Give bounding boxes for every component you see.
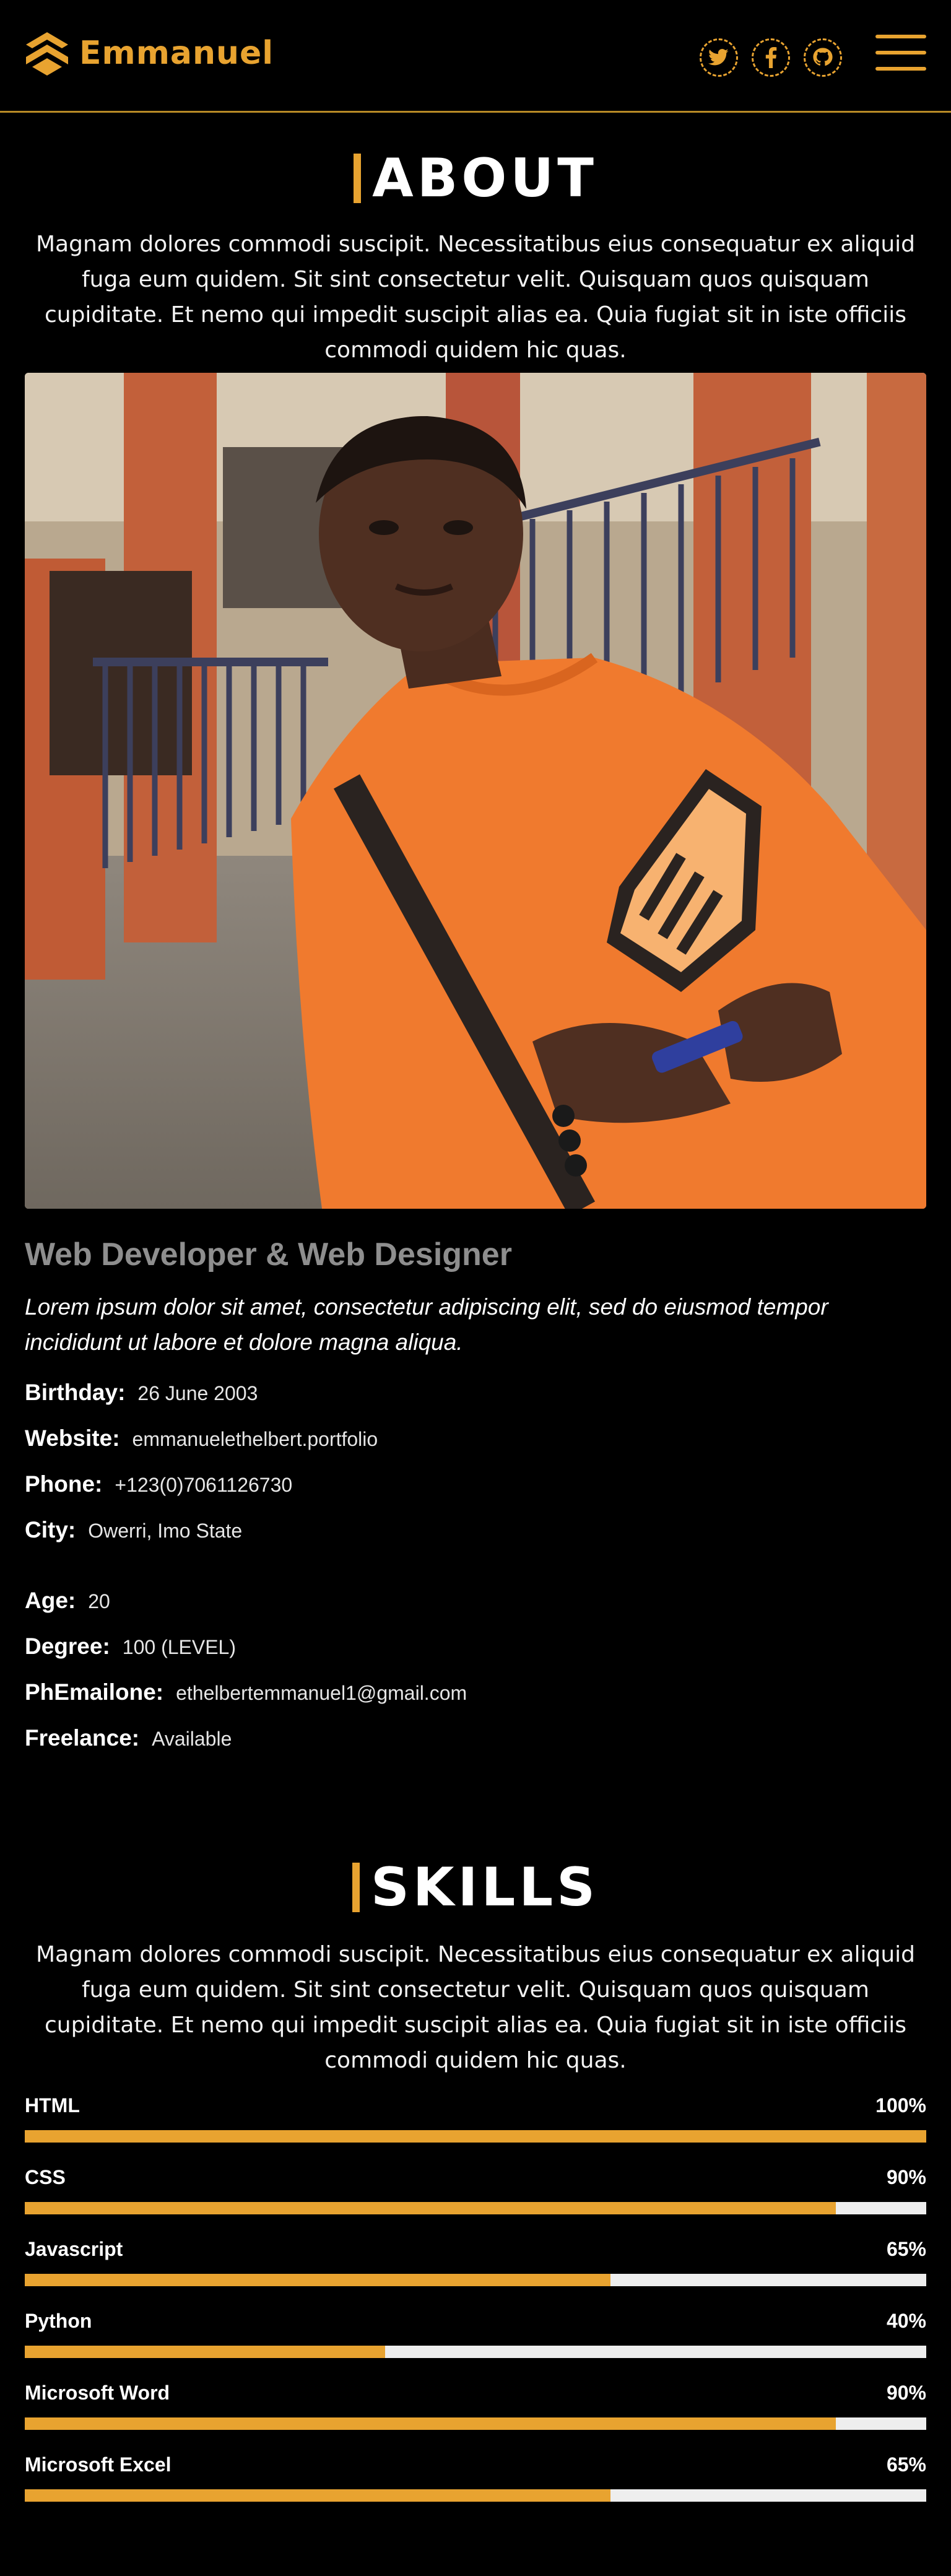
skill-name: Microsoft Word [25,2382,170,2404]
skill-progress-fill [25,2202,836,2214]
skill-name: Microsoft Excel [25,2453,172,2476]
site-header: Emmanuel [0,0,951,113]
info-key: Phone: [25,1471,103,1497]
skill-progress-track [25,2489,926,2502]
skill-microsoft-excel: Microsoft Excel 65% [25,2453,926,2515]
menu-line [875,51,926,54]
info-value: Available [152,1728,232,1750]
skill-percent: 90% [886,2382,926,2404]
info-email: PhEmailone: ethelbertemmanuel1@gmail.com [25,1679,467,1705]
info-key: Degree: [25,1634,110,1659]
brand-name: Emmanuel [79,35,274,72]
about-title: ABOUT [0,147,951,209]
skill-name: CSS [25,2166,66,2188]
menu-line [875,35,926,38]
skill-progress-fill [25,2130,926,2143]
info-freelance: Freelance: Available [25,1725,232,1751]
info-website: Website: emmanuelethelbert.portfolio [25,1425,378,1451]
skill-css: CSS 90% [25,2166,926,2228]
skill-progress-track [25,2202,926,2214]
skill-percent: 100% [875,2094,926,2117]
menu-line [875,67,926,71]
skills-title: SKILLS [0,1856,951,1918]
skill-progress-track [25,2346,926,2358]
logo-icon [26,32,68,76]
info-value[interactable]: emmanuelethelbert.portfolio [132,1428,378,1450]
twitter-icon [708,48,729,66]
info-key: Birthday: [25,1380,126,1405]
info-age: Age: 20 [25,1588,110,1614]
info-key: PhEmailone: [25,1679,164,1705]
skill-progress-track [25,2130,926,2143]
skill-javascript: Javascript 65% [25,2238,926,2300]
skill-progress-fill [25,2274,611,2286]
info-value: 100 (LEVEL) [122,1636,236,1658]
social-links [700,38,842,77]
skill-percent: 90% [886,2166,926,2188]
skill-html: HTML 100% [25,2094,926,2156]
skill-name: Javascript [25,2238,123,2260]
facebook-link[interactable] [752,38,790,77]
role-heading: Web Developer & Web Designer [25,1237,512,1273]
skill-percent: 65% [886,2238,926,2260]
info-birthday: Birthday: 26 June 2003 [25,1380,258,1406]
profile-photo-illustration [25,373,926,1209]
skills-description: Magnam dolores commodi suscipit. Necessi… [35,1942,916,2073]
info-value: 26 June 2003 [137,1382,258,1404]
info-value: 20 [88,1590,110,1612]
info-key: City: [25,1517,76,1543]
hamburger-menu-icon[interactable] [875,35,926,71]
skill-percent: 40% [886,2310,926,2332]
profile-photo [25,373,926,1209]
github-link[interactable] [804,38,842,77]
skill-progress-fill [25,2489,611,2502]
info-key: Website: [25,1425,120,1451]
about-description: Magnam dolores commodi suscipit. Necessi… [35,232,916,363]
info-phone: Phone: +123(0)7061126730 [25,1471,292,1497]
info-key: Freelance: [25,1725,140,1751]
skill-percent: 65% [886,2453,926,2476]
skill-name: HTML [25,2094,80,2117]
brand-logo[interactable]: Emmanuel [24,30,274,77]
info-value[interactable]: ethelbertemmanuel1@gmail.com [176,1682,467,1704]
about-title-text: ABOUT [372,147,597,209]
skill-python: Python 40% [25,2310,926,2372]
github-icon [813,48,833,66]
info-degree: Degree: 100 (LEVEL) [25,1634,236,1660]
skills-title-text: SKILLS [370,1856,599,1918]
skill-progress-fill [25,2346,386,2358]
info-value: Owerri, Imo State [88,1520,243,1542]
title-accent-bar [354,153,362,203]
skill-microsoft-word: Microsoft Word 90% [25,2382,926,2443]
skill-progress-track [25,2274,926,2286]
skill-name: Python [25,2310,92,2332]
title-accent-bar [352,1862,360,1912]
info-value: +123(0)7061126730 [115,1474,293,1496]
info-key: Age: [25,1588,76,1613]
facebook-icon [765,47,777,68]
skill-progress-track [25,2417,926,2430]
about-lead: Lorem ipsum dolor sit amet, consectetur … [25,1294,828,1355]
info-city: City: Owerri, Imo State [25,1517,242,1543]
twitter-link[interactable] [700,38,738,77]
skill-progress-fill [25,2417,836,2430]
